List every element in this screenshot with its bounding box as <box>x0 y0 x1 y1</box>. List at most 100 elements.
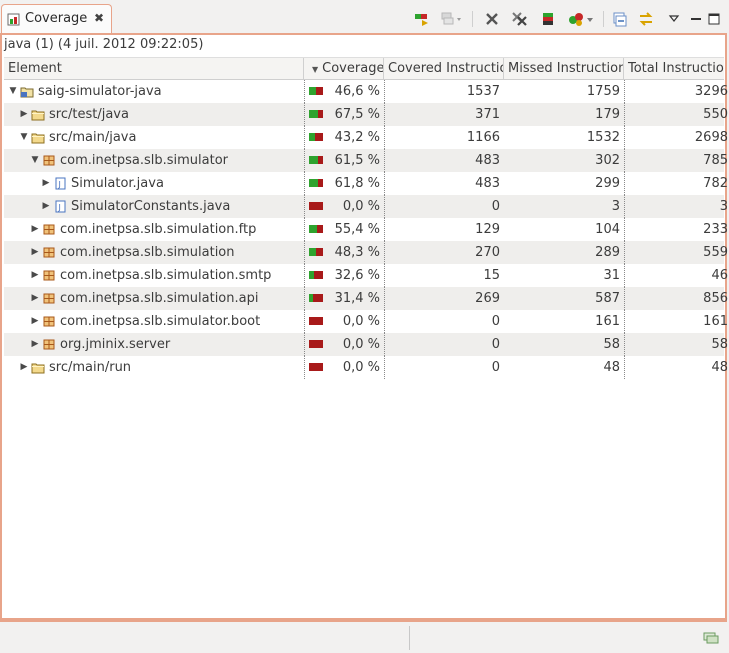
coverage-percent: 0,0 % <box>342 199 380 214</box>
element-name: Simulator.java <box>71 176 164 191</box>
column-header-total[interactable]: Total Instructions <box>624 58 724 79</box>
table-row[interactable]: ▶ org.jminix.server 0,0 % 0 58 58 <box>4 333 728 356</box>
coverage-bar-missed <box>309 363 323 371</box>
coverage-percent: 32,6 % <box>334 268 380 283</box>
coverage-bar-covered <box>309 225 317 233</box>
dump-execution-data-icon <box>543 13 553 25</box>
column-divider <box>624 103 625 126</box>
coverage-percent: 61,8 % <box>334 176 380 191</box>
table-row[interactable]: ▶ src/test/java 67,5 % 371 179 550 <box>4 103 728 126</box>
coverage-bar-covered <box>309 156 318 164</box>
coverage-percent: 61,5 % <box>334 153 380 168</box>
maximize-icon <box>708 13 720 25</box>
coverage-bar-covered <box>309 179 318 187</box>
column-header-coverage-label: Coverage <box>322 61 384 76</box>
svg-text:J: J <box>58 180 61 189</box>
dump-execution-data-button[interactable] <box>537 8 559 30</box>
coverage-bar <box>309 133 323 141</box>
table-row[interactable]: ▼ com.inetpsa.slb.simulator 61,5 % 483 302 78… <box>4 149 728 172</box>
total-instructions: 233 <box>703 222 728 237</box>
relaunch-button[interactable] <box>411 8 433 30</box>
missed-instructions: 161 <box>595 314 620 329</box>
file-icon: J <box>53 177 67 190</box>
expand-arrow-icon[interactable]: ▶ <box>30 287 40 310</box>
expand-arrow-icon[interactable]: ▶ <box>19 356 29 379</box>
column-divider <box>304 287 305 310</box>
table-row[interactable]: ▼ saig-simulator-java 46,6 % 1537 1759 3296 <box>4 80 728 103</box>
remove-all-sessions-icon <box>512 12 527 26</box>
column-header-element[interactable]: Element <box>4 58 304 79</box>
table-row[interactable]: ▶ com.inetpsa.slb.simulation.smtp 32,6 % 15… <box>4 264 728 287</box>
expand-arrow-icon[interactable]: ▶ <box>30 310 40 333</box>
column-divider <box>624 149 625 172</box>
collapse-arrow-icon[interactable]: ▼ <box>8 80 18 103</box>
link-with-selection-button[interactable] <box>635 8 657 30</box>
coverage-bar-missed <box>309 317 323 325</box>
expand-arrow-icon[interactable]: ▶ <box>41 172 51 195</box>
column-header-missed-label: Missed Instructions <box>508 61 624 76</box>
element-name: src/test/java <box>49 107 129 122</box>
table-row[interactable]: ▶ com.inetpsa.slb.simulation.ftp 55,4 % 129… <box>4 218 728 241</box>
table-row[interactable]: ▶ com.inetpsa.slb.simulator.boot 0,0 % 0 161… <box>4 310 728 333</box>
collapse-arrow-icon[interactable]: ▼ <box>30 149 40 172</box>
table-row[interactable]: ▶ com.inetpsa.slb.simulation 48,3 % 270 289 5… <box>4 241 728 264</box>
collapse-arrow-icon[interactable]: ▼ <box>19 126 29 149</box>
svg-text:J: J <box>58 203 61 212</box>
covered-instructions: 0 <box>491 360 500 375</box>
view-tab-bar: Coverage ✖ <box>0 2 727 33</box>
status-bar-separator <box>409 626 410 650</box>
sort-descending-icon: ▼ <box>312 65 319 74</box>
column-header-missed[interactable]: Missed Instructions <box>504 58 624 79</box>
select-session-icon <box>569 13 593 26</box>
expand-arrow-icon[interactable]: ▶ <box>41 195 51 218</box>
covered-instructions: 483 <box>475 153 500 168</box>
select-session-button[interactable] <box>566 8 596 30</box>
element-name: org.jminix.server <box>60 337 171 352</box>
table-row[interactable]: ▼ src/main/java 43,2 % 1166 1532 2698 <box>4 126 728 149</box>
element-name: com.inetpsa.slb.simulation <box>60 245 235 260</box>
table-row[interactable]: ▶ com.inetpsa.slb.simulation.api 31,4 % 269… <box>4 287 728 310</box>
coverage-bar-covered <box>309 87 316 95</box>
total-instructions: 2698 <box>694 130 728 145</box>
column-divider <box>624 195 625 218</box>
table-row[interactable]: ▶ J SimulatorConstants.java 0,0 % 0 3 3 <box>4 195 728 218</box>
column-divider <box>304 172 305 195</box>
total-instructions: 48 <box>711 360 728 375</box>
total-instructions: 58 <box>711 337 728 352</box>
element-name: src/main/java <box>49 130 137 145</box>
expand-arrow-icon[interactable]: ▶ <box>30 333 40 356</box>
table-row[interactable]: ▶ J Simulator.java 61,8 % 483 299 782 <box>4 172 728 195</box>
remove-all-sessions-button[interactable] <box>509 8 531 30</box>
expand-arrow-icon[interactable]: ▶ <box>30 241 40 264</box>
view-menu-button[interactable] <box>663 8 685 30</box>
coverage-percent: 0,0 % <box>342 360 380 375</box>
package-icon <box>42 269 56 282</box>
expand-arrow-icon[interactable]: ▶ <box>30 264 40 287</box>
package-icon <box>42 338 56 351</box>
collapse-all-icon <box>613 12 627 27</box>
package-icon <box>42 315 56 328</box>
table-header: Element ▼Coverage Covered Instructions M… <box>4 57 724 80</box>
column-header-covered[interactable]: Covered Instructions <box>384 58 504 79</box>
column-divider <box>304 126 305 149</box>
maximize-button[interactable] <box>703 8 725 30</box>
toolbar-separator <box>472 11 473 27</box>
progress-icon[interactable] <box>703 632 719 644</box>
column-header-coverage[interactable]: ▼ Coverage <box>304 58 384 79</box>
remove-session-button[interactable] <box>481 8 503 30</box>
element-name: com.inetpsa.slb.simulator <box>60 153 228 168</box>
total-instructions: 782 <box>703 176 728 191</box>
coverage-bar-covered <box>309 248 316 256</box>
coverage-panel: java (1) (4 juil. 2012 09:22:05) Element… <box>0 33 728 622</box>
coverage-bar <box>309 87 323 95</box>
coverage-bar <box>309 179 323 187</box>
table-row[interactable]: ▶ src/main/run 0,0 % 0 48 48 <box>4 356 728 379</box>
column-divider <box>304 241 305 264</box>
package-icon <box>42 223 56 236</box>
expand-arrow-icon[interactable]: ▶ <box>19 103 29 126</box>
collapse-all-button[interactable] <box>608 8 630 30</box>
coverage-percent: 48,3 % <box>334 245 380 260</box>
column-divider <box>624 310 625 333</box>
expand-arrow-icon[interactable]: ▶ <box>30 218 40 241</box>
merge-sessions-button[interactable] <box>440 8 462 30</box>
